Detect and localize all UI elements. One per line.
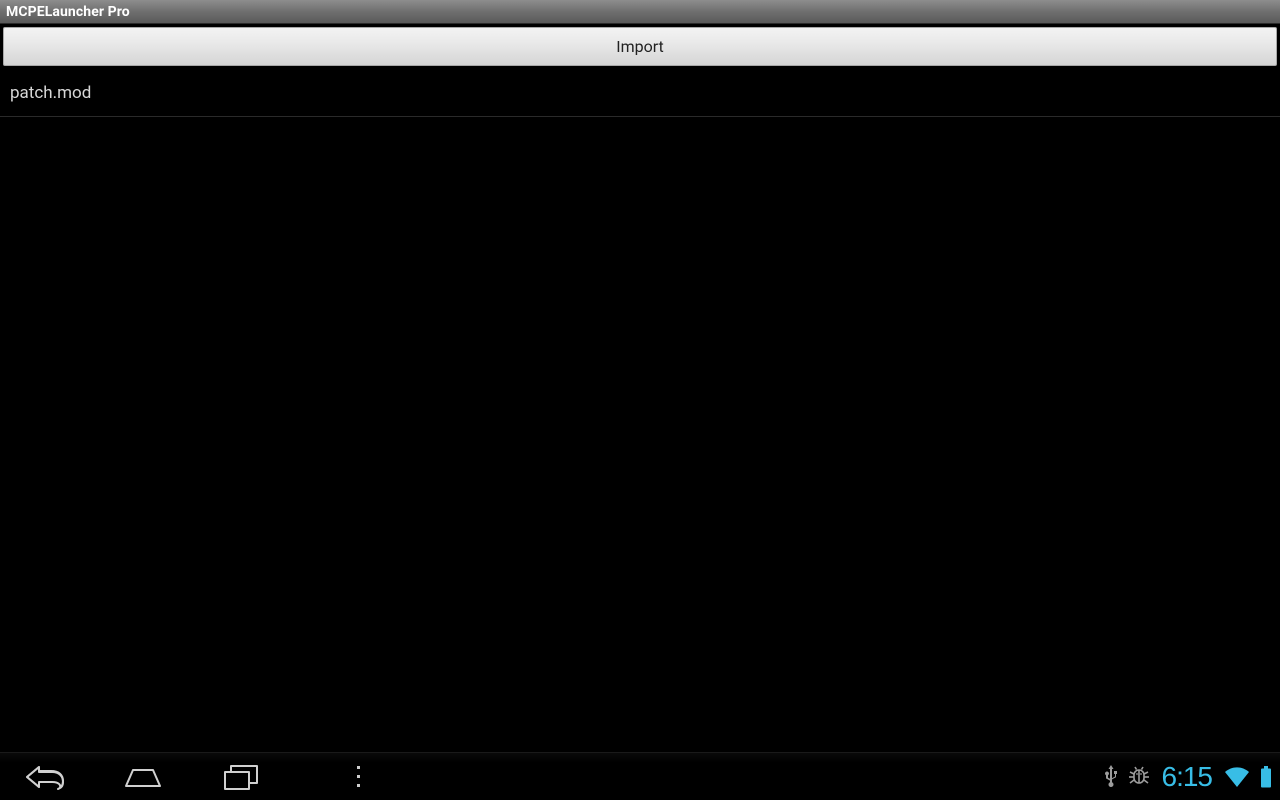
recent-apps-icon: [223, 763, 259, 791]
list-item-label: patch.mod: [10, 83, 91, 103]
back-icon: [25, 763, 65, 791]
back-button[interactable]: [22, 755, 68, 799]
debug-icon: [1128, 765, 1150, 789]
overflow-menu-icon: [357, 766, 360, 787]
usb-icon: [1104, 765, 1118, 789]
list-item[interactable]: patch.mod: [0, 69, 1280, 117]
navigation-bar: 6:15: [0, 752, 1280, 800]
screen: MCPELauncher Pro Import patch.mod: [0, 0, 1280, 800]
status-area: 6:15: [1104, 761, 1280, 793]
wifi-icon: [1224, 766, 1250, 788]
status-clock: 6:15: [1162, 761, 1213, 793]
import-button-wrap: Import: [0, 24, 1280, 69]
battery-icon: [1260, 766, 1272, 788]
patch-list: patch.mod: [0, 69, 1280, 117]
import-button-label: Import: [616, 37, 664, 56]
import-button[interactable]: Import: [3, 27, 1277, 66]
app-title: MCPELauncher Pro: [6, 0, 130, 24]
menu-button[interactable]: [348, 766, 368, 787]
home-button[interactable]: [120, 755, 166, 799]
action-bar: MCPELauncher Pro: [0, 0, 1280, 24]
home-icon: [123, 764, 163, 790]
nav-left-group: [0, 755, 368, 799]
recent-apps-button[interactable]: [218, 755, 264, 799]
